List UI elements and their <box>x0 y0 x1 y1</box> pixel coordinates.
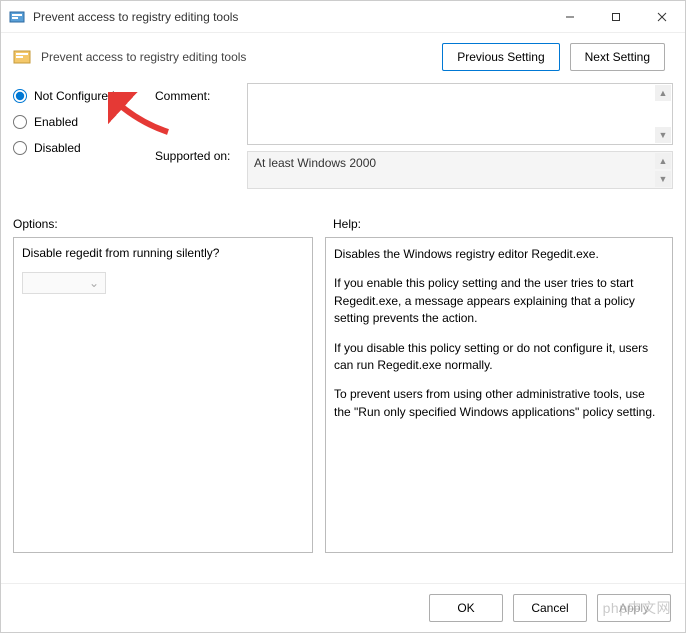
help-paragraph: If you enable this policy setting and th… <box>334 275 664 327</box>
radio-label: Disabled <box>34 141 81 155</box>
policy-header-icon <box>13 48 31 66</box>
scroll-up-icon[interactable]: ▲ <box>655 85 671 101</box>
policy-icon <box>9 9 25 25</box>
options-dropdown[interactable]: ⌄ <box>22 272 106 294</box>
window-controls <box>547 1 685 33</box>
options-panel: Disable regedit from running silently? ⌄ <box>13 237 313 553</box>
radio-disabled[interactable]: Disabled <box>13 141 143 155</box>
ok-button[interactable]: OK <box>429 594 503 622</box>
config-area: Not Configured Enabled Disabled Comment:… <box>1 77 685 213</box>
page-title: Prevent access to registry editing tools <box>41 50 432 64</box>
help-panel: Disables the Windows registry editor Reg… <box>325 237 673 553</box>
scroll-up-icon[interactable]: ▲ <box>655 153 671 169</box>
radio-label: Enabled <box>34 115 78 129</box>
help-paragraph: To prevent users from using other admini… <box>334 386 664 421</box>
chevron-down-icon: ⌄ <box>89 276 99 290</box>
options-label: Options: <box>13 217 333 231</box>
previous-setting-button[interactable]: Previous Setting <box>442 43 559 71</box>
cancel-button[interactable]: Cancel <box>513 594 587 622</box>
comment-textarea[interactable]: ▲ ▼ <box>247 83 673 145</box>
radio-not-configured[interactable]: Not Configured <box>13 89 143 103</box>
radio-not-configured-input[interactable] <box>13 89 27 103</box>
comment-label: Comment: <box>155 89 235 103</box>
apply-button[interactable]: Apply <box>597 594 671 622</box>
help-paragraph: Disables the Windows registry editor Reg… <box>334 246 664 263</box>
window-title: Prevent access to registry editing tools <box>33 10 547 24</box>
maximize-button[interactable] <box>593 1 639 33</box>
supported-on-field: At least Windows 2000 ▲ ▼ <box>247 151 673 189</box>
scroll-down-icon[interactable]: ▼ <box>655 171 671 187</box>
help-paragraph: If you disable this policy setting or do… <box>334 340 664 375</box>
supported-on-value: At least Windows 2000 <box>254 156 376 170</box>
supported-on-label: Supported on: <box>155 149 235 163</box>
options-question: Disable regedit from running silently? <box>22 246 304 260</box>
header-row: Prevent access to registry editing tools… <box>1 33 685 77</box>
mid-headers: Options: Help: <box>1 213 685 237</box>
minimize-button[interactable] <box>547 1 593 33</box>
scroll-down-icon[interactable]: ▼ <box>655 127 671 143</box>
titlebar: Prevent access to registry editing tools <box>1 1 685 33</box>
help-label: Help: <box>333 217 361 231</box>
radio-label: Not Configured <box>34 89 115 103</box>
close-button[interactable] <box>639 1 685 33</box>
radio-enabled[interactable]: Enabled <box>13 115 143 129</box>
next-setting-button[interactable]: Next Setting <box>570 43 665 71</box>
footer: OK Cancel Apply php中文网 <box>1 583 685 632</box>
radio-enabled-input[interactable] <box>13 115 27 129</box>
panels: Disable regedit from running silently? ⌄… <box>1 237 685 553</box>
radio-disabled-input[interactable] <box>13 141 27 155</box>
